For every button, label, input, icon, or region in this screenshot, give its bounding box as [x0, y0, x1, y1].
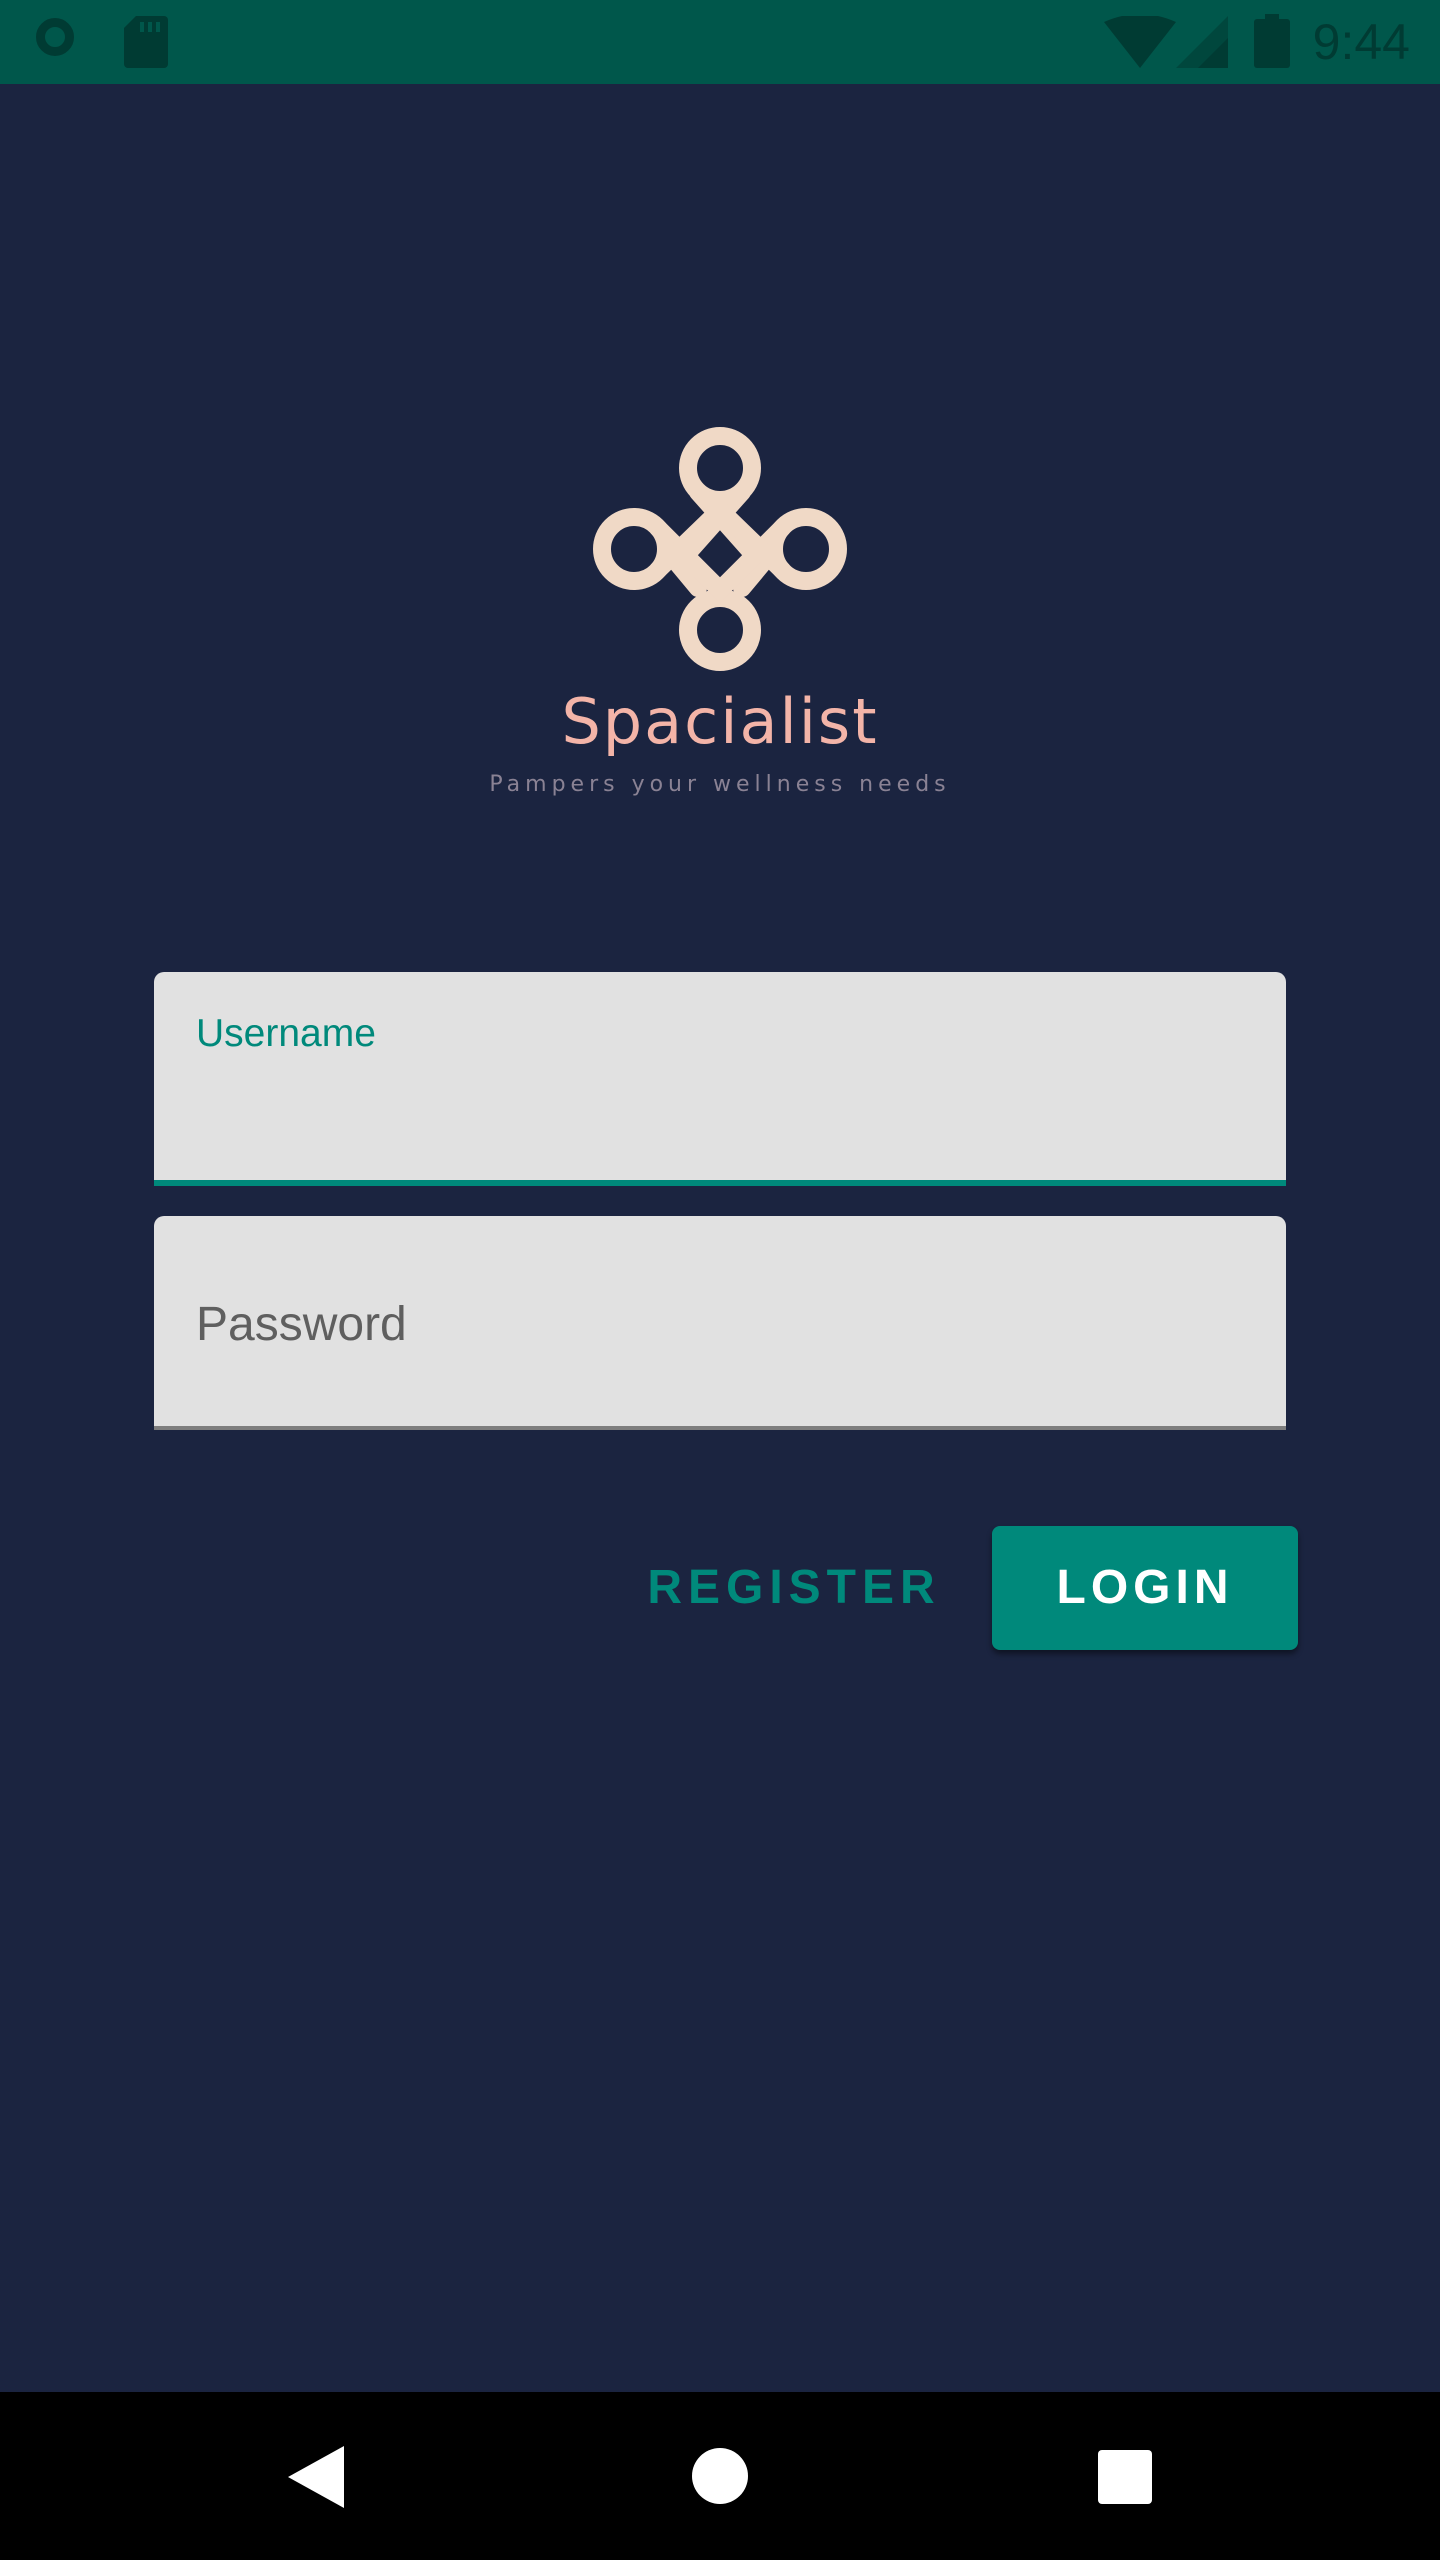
battery-icon	[1254, 14, 1290, 68]
password-input[interactable]	[196, 1284, 1236, 1364]
register-button[interactable]: REGISTER	[644, 1524, 944, 1652]
status-time: 9:44	[1312, 14, 1410, 70]
knot-logo-icon	[593, 427, 847, 671]
home-icon[interactable]	[692, 2448, 748, 2504]
brand-tagline: Pampers your wellness needs	[489, 772, 951, 797]
cell-signal-icon	[1176, 16, 1228, 68]
back-icon[interactable]	[288, 2446, 344, 2508]
login-button[interactable]: LOGIN	[992, 1526, 1298, 1650]
login-screen: 9:44 Spacialist Pampers your wellness ne…	[0, 0, 1440, 2560]
sd-card-icon	[124, 16, 168, 68]
notification-circle-icon	[36, 18, 74, 56]
brand-name: Spacialist	[561, 685, 879, 758]
username-input[interactable]	[196, 1068, 1236, 1138]
status-bar: 9:44	[0, 0, 1440, 84]
recents-icon[interactable]	[1098, 2450, 1152, 2504]
username-label: Username	[196, 1012, 376, 1055]
password-field[interactable]	[154, 1216, 1286, 1430]
wifi-icon	[1104, 16, 1176, 68]
username-field[interactable]: Username	[154, 972, 1286, 1186]
